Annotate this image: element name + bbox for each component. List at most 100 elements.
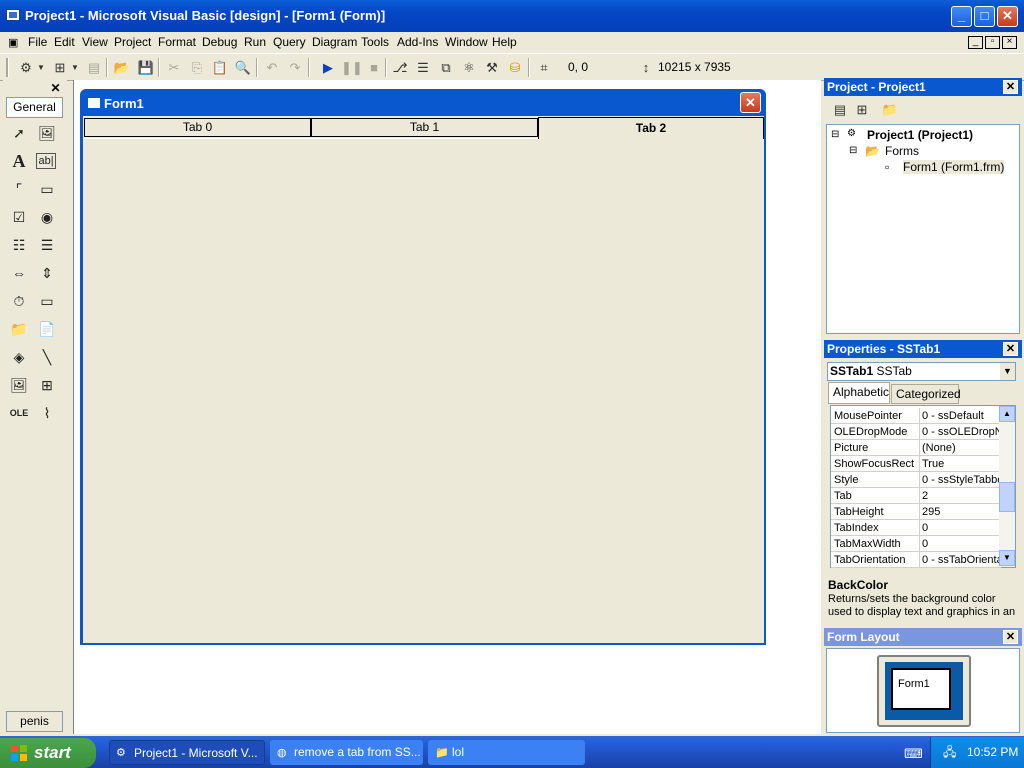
project-close-icon[interactable]: ✕ (1003, 80, 1018, 94)
property-row[interactable]: OLEDropMode0 - ssOLEDropNone (831, 424, 1001, 440)
menu-diagram[interactable]: Diagram (312, 35, 357, 49)
tab-2[interactable]: Tab 2 (538, 117, 764, 139)
shape-icon[interactable]: ◈ (8, 346, 30, 368)
picturebox-icon[interactable]: 🖼 (36, 122, 58, 144)
task-vb-project[interactable]: Project1 - Microsoft V... (109, 740, 265, 765)
clock[interactable]: 10:52 PM (967, 737, 1018, 768)
toolbox-close-icon[interactable]: ✕ (48, 81, 63, 95)
open-folder-icon[interactable]: 📂 (112, 58, 132, 77)
form-close-button[interactable]: ✕ (740, 92, 761, 113)
scroll-thumb[interactable] (999, 482, 1015, 512)
label-icon[interactable]: A (8, 150, 30, 172)
menu-tools[interactable]: Tools (361, 35, 389, 49)
property-row[interactable]: TabOrientation0 - ssTabOrientationTop (831, 552, 1001, 568)
undo-icon[interactable]: ↶ (262, 58, 282, 77)
redo-icon[interactable]: ↷ (285, 58, 305, 77)
property-row[interactable]: ShowFocusRect True (831, 456, 1001, 472)
collapse-icon[interactable]: ⊟ (831, 129, 839, 140)
menu-file[interactable]: File (28, 35, 47, 49)
menu-debug[interactable]: Debug (202, 35, 237, 49)
ole-icon[interactable]: OLE (8, 402, 30, 424)
tab-0[interactable]: Tab 0 (84, 118, 311, 137)
property-grid[interactable]: MousePointer 0 - ssDefault OLEDropMode 0 -… (830, 405, 1016, 568)
chevron-down-icon[interactable]: ▼ (36, 58, 46, 77)
maximize-button[interactable]: □ (974, 6, 995, 27)
form-layout-close-icon[interactable]: ✕ (1003, 630, 1018, 644)
drivelistbox-icon[interactable]: ▭ (36, 290, 58, 312)
end-icon[interactable]: ■ (364, 58, 384, 77)
find-icon[interactable]: 🔍 (233, 58, 253, 77)
paste-icon[interactable]: 📋 (210, 58, 230, 77)
close-button[interactable]: ✕ (997, 6, 1018, 27)
tree-forms[interactable]: Forms (885, 144, 919, 158)
tab-categorized[interactable]: Categorized (891, 384, 961, 404)
toolbar-grip[interactable] (6, 58, 9, 77)
menu-format[interactable]: Format (158, 35, 196, 49)
network-icon[interactable]: 🖧 (943, 737, 956, 768)
menu-window[interactable]: Window (445, 35, 488, 49)
optionbutton-icon[interactable]: ◉ (36, 206, 58, 228)
object-select[interactable]: SSTab1 SSTab ▼ (827, 362, 1016, 381)
hscrollbar-icon[interactable]: ⇔ (8, 262, 30, 284)
menu-run[interactable]: Run (244, 35, 266, 49)
timer-icon[interactable]: ⏱ (8, 290, 30, 312)
add-project-icon[interactable]: ⚙ (16, 58, 36, 77)
filelistbox-icon[interactable]: 📄 (36, 318, 58, 340)
pointer-icon[interactable]: ➚ (8, 122, 30, 144)
object-browser-icon[interactable]: ⚛ (459, 58, 479, 77)
menu-help[interactable]: Help (492, 35, 517, 49)
minimize-button[interactable]: _ (951, 6, 972, 27)
checkbox-icon[interactable]: ☑ (8, 206, 30, 228)
toolbox-custom-tab[interactable]: penis (6, 711, 63, 732)
project-explorer-icon[interactable]: ⎇ (390, 58, 410, 77)
toolbox-general-tab[interactable]: General (6, 97, 63, 118)
copy-icon[interactable]: ⎘ (187, 58, 207, 77)
data-view-icon[interactable]: ⛁ (505, 58, 525, 77)
form-preview[interactable]: Form1 (891, 668, 951, 710)
tree-form1[interactable]: Form1 (Form1.frm) (903, 160, 1005, 174)
view-object-icon[interactable]: ⊞ (852, 100, 872, 119)
line-icon[interactable]: ╲ (36, 346, 58, 368)
property-scrollbar[interactable]: ▲ ▼ (999, 406, 1015, 567)
properties-window-icon[interactable]: ☰ (413, 58, 433, 77)
chevron-down-icon[interactable]: ▼ (1000, 363, 1015, 380)
mdi-close-button[interactable]: × (1002, 36, 1017, 49)
keyboard-icon[interactable]: ⌨ (904, 746, 923, 762)
property-row[interactable]: Tab 2 (831, 488, 1001, 504)
commandbutton-icon[interactable]: ▭ (36, 178, 58, 200)
task-folder-lol[interactable]: lol (428, 740, 585, 765)
break-icon[interactable]: ❚❚ (341, 58, 363, 77)
task-browser[interactable]: remove a tab from SS... (270, 740, 423, 765)
menu-editor-icon[interactable]: ▤ (84, 58, 104, 77)
sstab-icon[interactable]: ⌇ (36, 402, 58, 424)
properties-close-icon[interactable]: ✕ (1003, 342, 1018, 356)
property-row[interactable]: MousePointer 0 - ssDefault (831, 408, 1001, 424)
property-row[interactable]: Style0 - ssStyleTabbedDialog (831, 472, 1001, 488)
menu-query[interactable]: Query (273, 35, 306, 49)
document-icon[interactable]: ▣ (8, 36, 18, 49)
save-icon[interactable]: 💾 (136, 58, 156, 77)
tab-alphabetic[interactable]: Alphabetic (828, 382, 890, 404)
textbox-icon[interactable]: ab| (36, 153, 56, 169)
data-control-icon[interactable]: ⊞ (36, 374, 58, 396)
toggle-folders-icon[interactable]: 📁 (880, 100, 900, 119)
tree-project[interactable]: Project1 (Project1) (867, 128, 973, 142)
property-row[interactable]: Picture (None) (831, 440, 1001, 456)
combobox-icon[interactable]: ☷ (8, 234, 30, 256)
project-tree[interactable]: ⊟ ⚙ Project1 (Project1) ⊟ 📂 Forms ▫ Form… (826, 124, 1020, 334)
toolbox-icon[interactable]: ⚒ (482, 58, 502, 77)
menu-view[interactable]: View (82, 35, 108, 49)
chevron-down-icon[interactable]: ▼ (70, 58, 80, 77)
form-body[interactable] (83, 116, 764, 643)
listbox-icon[interactable]: ☰ (36, 234, 58, 256)
image-icon[interactable]: 🖼 (8, 374, 30, 396)
tab-1[interactable]: Tab 1 (311, 118, 538, 137)
start-icon[interactable]: ▶ (318, 58, 338, 77)
form-layout-icon[interactable]: ⧉ (436, 58, 456, 77)
property-row[interactable]: TabIndex 0 (831, 520, 1001, 536)
cut-icon[interactable]: ✂ (164, 58, 184, 77)
app-icon[interactable] (6, 9, 20, 21)
scroll-up-icon[interactable]: ▲ (999, 406, 1015, 422)
menu-edit[interactable]: Edit (54, 35, 75, 49)
collapse-icon[interactable]: ⊟ (849, 145, 857, 156)
